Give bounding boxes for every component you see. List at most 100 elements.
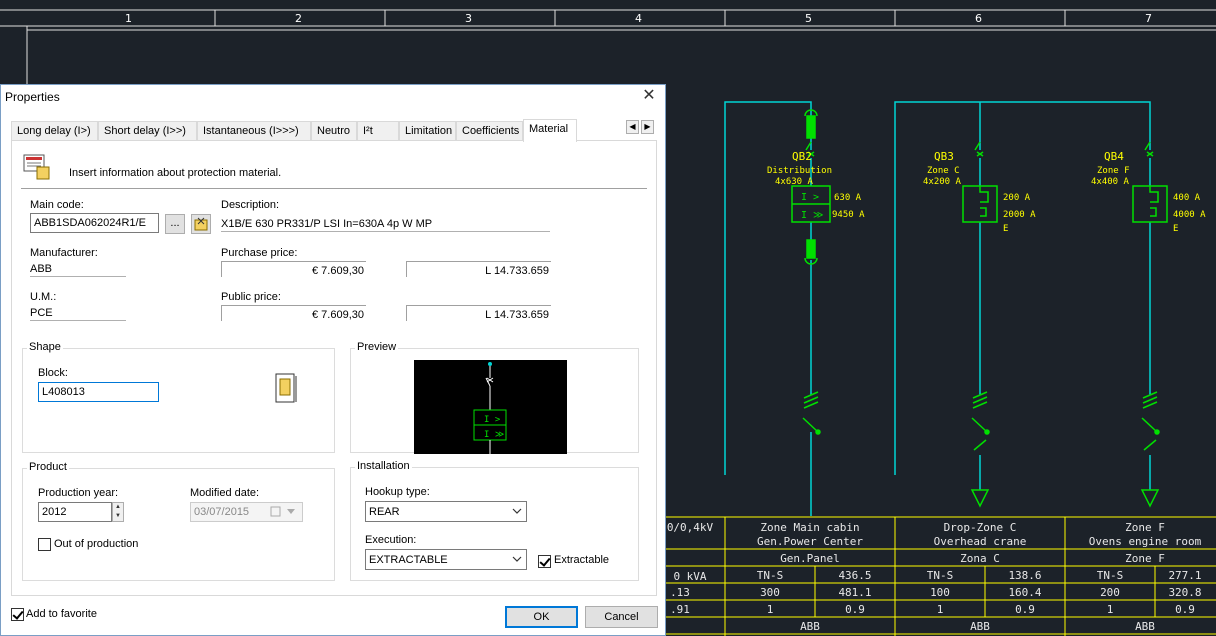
table-sys: TN-S	[757, 569, 784, 582]
table-k: 1	[767, 603, 774, 616]
public-price-lit[interactable]: L 14.733.659	[406, 305, 551, 321]
divider	[21, 188, 647, 189]
ok-button[interactable]: OK	[505, 606, 578, 628]
modified-date-label: Modified date:	[190, 487, 260, 499]
table-kva: 0 kVA	[673, 570, 706, 583]
table-name2: Ovens engine room	[1089, 535, 1202, 548]
tab-i2t[interactable]: I²t	[357, 121, 399, 141]
browse-button[interactable]: ...	[165, 214, 185, 234]
table-name1: Drop-Zone C	[944, 521, 1017, 534]
tab-coefficients[interactable]: Coefficients	[456, 121, 523, 141]
tab-short-delay[interactable]: Short delay (I>>)	[98, 121, 197, 141]
breaker-r1: 630 A	[834, 193, 862, 203]
breaker-rating: 4x400 A	[1091, 177, 1130, 187]
svg-text:I ≫: I ≫	[801, 210, 824, 221]
table-sys: TN-S	[927, 569, 954, 582]
breaker-r1: 200 A	[1003, 193, 1031, 203]
tab-scroll-right-icon[interactable]: ▶	[641, 120, 654, 134]
purchase-price-lit[interactable]: L 14.733.659	[406, 261, 551, 277]
block-field[interactable]: L408013	[38, 382, 159, 402]
tab-material[interactable]: Material	[523, 119, 577, 142]
main-code-field[interactable]: ABB1SDA062024R1/E	[30, 213, 159, 233]
tab-neutro[interactable]: Neutro	[311, 121, 357, 141]
close-icon[interactable]: ✕	[641, 87, 657, 105]
preview-symbol-text: I >	[484, 415, 501, 425]
cancel-button[interactable]: Cancel	[585, 606, 658, 628]
table-panel: Zona C	[960, 552, 1000, 565]
product-group: Product	[22, 461, 335, 581]
ruler-label: 1	[125, 12, 132, 25]
svg-text:I >: I >	[801, 192, 819, 203]
spin-down-icon[interactable]: ▼	[113, 512, 123, 521]
table-k: 1	[1107, 603, 1114, 616]
table-n: 300	[760, 586, 780, 599]
ruler-label: 5	[805, 12, 812, 25]
production-year-field[interactable]: 2012	[38, 502, 112, 522]
manufacturer-label: Manufacturer:	[30, 247, 98, 259]
breaker-id: QB2	[792, 150, 812, 163]
manufacturer-field[interactable]: ABB	[30, 263, 126, 277]
breaker-r3: E	[1003, 224, 1008, 234]
table-name1: Zone Main cabin	[760, 521, 859, 534]
breaker-id: QB3	[934, 150, 954, 163]
add-to-favorite-checkbox[interactable]	[11, 608, 24, 621]
breaker-desc: Zone C	[927, 166, 960, 176]
out-of-production-checkbox[interactable]	[38, 538, 51, 551]
table-v1: 277.1	[1168, 569, 1201, 582]
production-year-stepper[interactable]: ▲ ▼	[112, 502, 124, 522]
spin-up-icon[interactable]: ▲	[113, 503, 123, 512]
breaker-desc: Distribution	[767, 166, 832, 176]
table-v2: 160.4	[1008, 586, 1041, 599]
tab-scroll-left-icon[interactable]: ◀	[626, 120, 639, 134]
block-file-icon[interactable]	[273, 372, 299, 406]
table-brand: ABB	[970, 620, 990, 633]
add-to-favorite-label: Add to favorite	[26, 608, 97, 620]
table-left-a: .13	[670, 586, 690, 599]
table-name2: Overhead crane	[934, 535, 1027, 548]
product-group-title: Product	[27, 461, 69, 473]
purchase-price-eur[interactable]: € 7.609,30	[221, 261, 366, 277]
extractable-checkbox[interactable]	[538, 555, 551, 568]
um-label: U.M.:	[30, 291, 57, 303]
hookup-type-label: Hookup type:	[365, 486, 430, 498]
breaker-rating: 4x630 A	[775, 177, 814, 187]
table-left-b: .91	[670, 603, 690, 616]
title-bar[interactable]: Properties ✕	[1, 85, 665, 109]
table-panel: Gen.Panel	[780, 552, 840, 565]
main-code-label: Main code:	[30, 199, 84, 211]
um-field[interactable]: PCE	[30, 307, 126, 321]
breaker-r1: 400 A	[1173, 193, 1201, 203]
breaker-r2: 9450 A	[832, 210, 865, 220]
tab-istantaneous[interactable]: Istantaneous (I>>>)	[197, 121, 311, 141]
ruler-label: 6	[975, 12, 982, 25]
execution-select[interactable]: EXTRACTABLE	[365, 549, 527, 570]
production-year-label: Production year:	[38, 487, 119, 499]
table-brand: ABB	[800, 620, 820, 633]
properties-dialog: Properties ✕ Long delay (I>) Short delay…	[0, 84, 666, 636]
table-brand: ABB	[1135, 620, 1155, 633]
breaker-id: QB4	[1104, 150, 1124, 163]
breaker-r3: E	[1173, 224, 1178, 234]
table-cos: 0.9	[1175, 603, 1195, 616]
ruler-label: 7	[1145, 12, 1152, 25]
description-field[interactable]: X1B/E 630 PR331/P LSI In=630A 4p W MP	[221, 218, 550, 232]
folder-icon	[194, 217, 208, 231]
tab-limitation[interactable]: Limitation	[399, 121, 456, 141]
pick-block-button[interactable]	[191, 214, 211, 234]
shape-group-title: Shape	[27, 341, 63, 353]
table-cos: 0.9	[1015, 603, 1035, 616]
table-panel: Zone F	[1125, 552, 1165, 565]
dialog-title: Properties	[5, 90, 60, 104]
extractable-label: Extractable	[554, 554, 610, 566]
info-text: Insert information about protection mate…	[69, 167, 282, 179]
tab-strip: Long delay (I>) Short delay (I>>) Istant…	[11, 119, 636, 142]
hookup-type-select[interactable]: REAR	[365, 501, 527, 522]
table-v2: 320.8	[1168, 586, 1201, 599]
table-sys: TN-S	[1097, 569, 1124, 582]
public-price-eur[interactable]: € 7.609,30	[221, 305, 366, 321]
chevron-down-icon	[512, 508, 522, 514]
breaker-desc: Zone F	[1097, 166, 1130, 176]
table-name1: Zone F	[1125, 521, 1165, 534]
tab-long-delay[interactable]: Long delay (I>)	[11, 121, 98, 141]
material-icon	[23, 154, 50, 180]
